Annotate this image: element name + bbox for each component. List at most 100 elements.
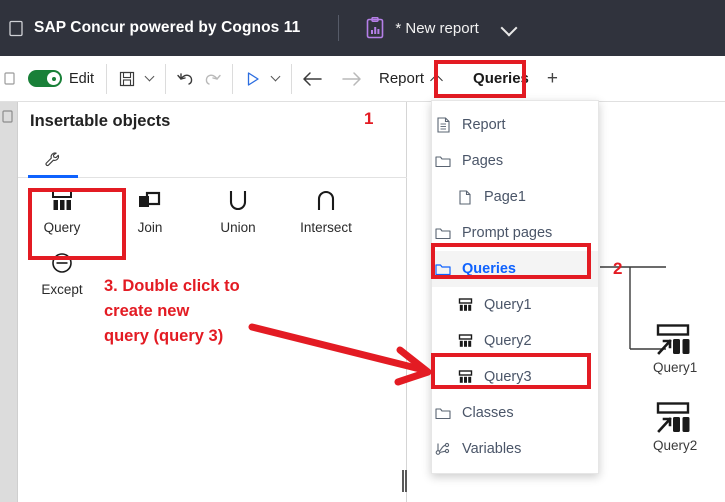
cognos-report-authoring-window: SAP Concur powered by Cognos 11 * New re…: [0, 0, 725, 502]
object-item-query[interactable]: Query: [18, 180, 106, 242]
menu-item-report[interactable]: Report: [432, 107, 598, 143]
toolbar-separator: [165, 63, 166, 94]
folder-icon: [432, 224, 454, 242]
menu-item-prompt-pages[interactable]: Prompt pages: [432, 215, 598, 251]
except-icon: [49, 250, 75, 276]
variables-icon: [432, 440, 454, 458]
app-brand-title: SAP Concur powered by Cognos 11: [34, 19, 301, 36]
menu-item-query3[interactable]: Query3: [432, 359, 598, 395]
object-item-union[interactable]: Union: [194, 180, 282, 242]
panel-splitter-handle[interactable]: [401, 470, 408, 492]
undo-button[interactable]: [173, 64, 199, 94]
titlebar-divider: [338, 15, 340, 41]
query-icon: [454, 368, 476, 386]
menu-item-classes[interactable]: Classes: [432, 395, 598, 431]
menu-item-pages[interactable]: Pages: [432, 143, 598, 179]
back-button[interactable]: [299, 64, 325, 94]
object-item-intersect[interactable]: Intersect: [282, 180, 370, 242]
menu-item-label: Query3: [484, 369, 532, 385]
toolbar-separator: [291, 63, 292, 94]
folder-icon: [432, 260, 454, 278]
annotation-step-2: 2: [613, 259, 623, 278]
tab-report[interactable]: Report: [369, 66, 453, 91]
page-icon: [454, 188, 476, 206]
tree-node-label: Query2: [653, 438, 698, 453]
redo-button[interactable]: [199, 64, 225, 94]
tab-queries[interactable]: Queries: [463, 66, 539, 91]
app-menu-icon[interactable]: [0, 0, 32, 56]
menu-item-label: Pages: [462, 153, 504, 169]
report-structure-menu: Report Pages Page1 Prompt pages Queries …: [431, 100, 599, 474]
menu-item-label: Variables: [462, 441, 522, 457]
undo-icon: [177, 72, 193, 85]
save-options-caret[interactable]: [140, 66, 158, 92]
panel-tab-strip: [18, 144, 407, 178]
menu-item-label: Classes: [462, 405, 514, 421]
tab-toolbox[interactable]: [28, 144, 78, 178]
query-icon: [454, 332, 476, 350]
wrench-icon: [45, 151, 60, 166]
run-play-icon: [247, 71, 259, 86]
menu-item-queries[interactable]: Queries: [432, 251, 598, 287]
view-tabs: Report Queries +: [369, 56, 566, 102]
query-node-icon: [656, 324, 690, 355]
clipboard-outline-icon[interactable]: [2, 110, 16, 124]
query-node-icon: [656, 402, 690, 433]
menu-item-variables[interactable]: Variables: [432, 431, 598, 467]
chevron-down-icon[interactable]: [501, 19, 519, 37]
run-button[interactable]: [240, 64, 266, 94]
chevron-down-icon: [144, 71, 154, 82]
panel-title: Insertable objects: [30, 112, 171, 130]
menu-item-page1[interactable]: Page1: [432, 179, 598, 215]
toolbar-rail-icon[interactable]: [0, 56, 18, 102]
query-icon: [454, 296, 476, 314]
toolbar-separator: [232, 63, 233, 94]
tree-node-label: Query1: [653, 360, 698, 375]
tree-node-query1[interactable]: Query1: [653, 324, 697, 375]
object-item-except[interactable]: Except: [18, 242, 106, 304]
tree-node-query2[interactable]: Query2: [653, 402, 697, 453]
object-label: Intersect: [300, 219, 352, 235]
title-bar: SAP Concur powered by Cognos 11 * New re…: [0, 0, 725, 56]
report-name-label: * New report: [395, 19, 479, 37]
menu-item-label: Page1: [484, 189, 526, 205]
redo-icon: [205, 74, 221, 85]
arrow-left-icon: [303, 71, 322, 86]
folder-icon: [432, 152, 454, 170]
query-icon: [49, 188, 75, 214]
object-label: Union: [220, 219, 256, 235]
object-label: Query: [43, 219, 81, 235]
annotation-step-3: 3. Double click to create new query (que…: [104, 277, 240, 345]
main-toolbar: Edit Report Queries +: [0, 56, 725, 102]
forward-button[interactable]: [339, 64, 365, 94]
add-tab-button[interactable]: +: [539, 69, 566, 88]
clipboard-chart-icon: [365, 17, 385, 39]
left-icon-rail: [0, 102, 18, 502]
menu-item-query1[interactable]: Query1: [432, 287, 598, 323]
menu-item-label: Report: [462, 117, 506, 133]
object-item-join[interactable]: Join: [106, 180, 194, 242]
save-icon: [119, 71, 135, 86]
menu-item-label: Prompt pages: [462, 225, 553, 241]
chevron-up-icon: [432, 73, 443, 84]
arrow-right-icon: [342, 71, 361, 86]
menu-item-label: Query2: [484, 333, 532, 349]
tab-report-label: Report: [379, 70, 425, 87]
intersect-icon: [313, 188, 339, 214]
clipboard-outline-icon: [9, 20, 23, 36]
toolbar-separator: [106, 63, 107, 94]
menu-item-label: Query1: [484, 297, 532, 313]
toggle-switch[interactable]: [28, 70, 62, 87]
object-label: Join: [137, 219, 163, 235]
objects-row: Query Join Union Intersect: [18, 180, 407, 242]
save-button[interactable]: [114, 64, 140, 94]
edit-mode-toggle[interactable]: Edit: [28, 70, 94, 87]
union-icon: [225, 188, 251, 214]
folder-icon: [432, 404, 454, 422]
menu-item-query2[interactable]: Query2: [432, 323, 598, 359]
report-selector[interactable]: * New report: [365, 17, 518, 39]
annotation-step-1: 1: [364, 109, 374, 128]
run-options-caret[interactable]: [266, 66, 284, 92]
document-icon: [432, 116, 454, 134]
chevron-down-icon: [270, 71, 280, 82]
